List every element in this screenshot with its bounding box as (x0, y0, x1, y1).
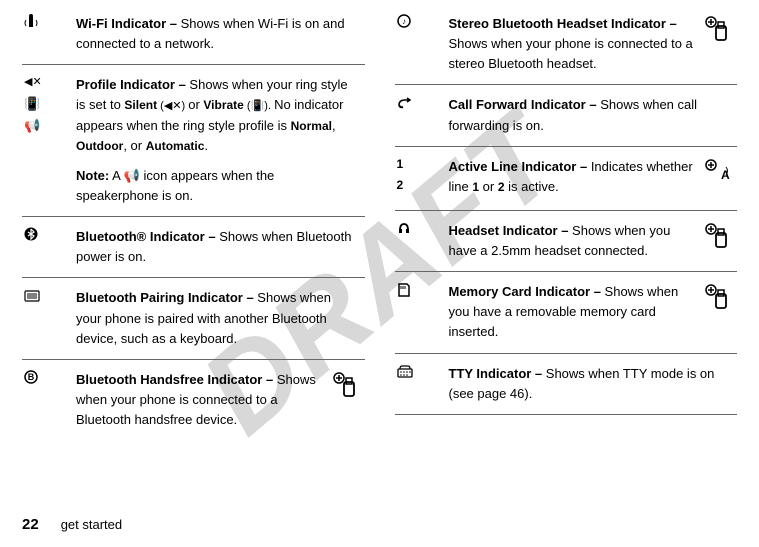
headset-icon (395, 221, 449, 261)
wifi-title: Wi-Fi Indicator – (76, 16, 177, 31)
row-memcard: Memory Card Indicator – Shows when you h… (395, 272, 738, 353)
tty-title: TTY Indicator – (449, 366, 543, 381)
svg-text:A: A (721, 168, 730, 182)
active-line-icon: 1 2 (395, 157, 449, 200)
row-bt-pair: Bluetooth Pairing Indicator – Shows when… (22, 278, 365, 359)
bt-pair-desc: Bluetooth Pairing Indicator – Shows when… (76, 288, 359, 348)
page-number: 22 (22, 516, 39, 533)
right-column: ♪ Stereo Bluetooth Headset Indicator – S… (395, 10, 738, 480)
call-fwd-icon (395, 95, 449, 135)
tty-icon (395, 364, 449, 404)
page-content: Wi-Fi Indicator – Shows when Wi-Fi is on… (0, 0, 759, 480)
row-active-line: 1 2 A Active Line Indicator – Indicates … (395, 147, 738, 211)
bt-pair-title: Bluetooth Pairing Indicator – (76, 290, 254, 305)
profile-note: Note: A 📢 icon appears when the speakerp… (76, 166, 359, 206)
row-bt-handsfree: B Bluetooth Handsfree Indicator – Shows … (22, 360, 365, 440)
bluetooth-desc: Bluetooth® Indicator – Shows when Blueto… (76, 227, 359, 267)
active-line-title: Active Line Indicator – (449, 159, 588, 174)
bt-handsfree-icon: B (22, 370, 76, 430)
accessory-badge-icon (331, 370, 359, 398)
bluetooth-title: Bluetooth® Indicator – (76, 229, 216, 244)
row-bluetooth: Bluetooth® Indicator – Shows when Blueto… (22, 217, 365, 278)
bt-pair-icon (22, 288, 76, 348)
page-footer: 22 get started (22, 516, 122, 533)
svg-text:♪: ♪ (402, 17, 406, 26)
headset-desc: Headset Indicator – Shows when you have … (449, 221, 732, 261)
accessory-badge-icon: A (703, 157, 731, 185)
memcard-title: Memory Card Indicator – (449, 284, 601, 299)
bluetooth-icon (22, 227, 76, 267)
bt-stereo-desc: Stereo Bluetooth Headset Indicator – Sho… (449, 14, 732, 74)
accessory-badge-icon (703, 221, 731, 249)
call-fwd-title: Call Forward Indicator – (449, 97, 597, 112)
call-fwd-desc: Call Forward Indicator – Shows when call… (449, 95, 732, 135)
tty-desc: TTY Indicator – Shows when TTY mode is o… (449, 364, 732, 404)
row-headset: Headset Indicator – Shows when you have … (395, 211, 738, 272)
headset-title: Headset Indicator – (449, 223, 569, 238)
section-title: get started (61, 517, 122, 532)
bt-stereo-icon: ♪ (395, 14, 449, 74)
row-profile: ◀✕ 📳 📢 Profile Indicator – Shows when yo… (22, 65, 365, 217)
row-tty: TTY Indicator – Shows when TTY mode is o… (395, 354, 738, 415)
memcard-desc: Memory Card Indicator – Shows when you h… (449, 282, 732, 342)
wifi-icon (22, 14, 76, 54)
bt-stereo-title: Stereo Bluetooth Headset Indicator – (449, 16, 677, 31)
wifi-desc: Wi-Fi Indicator – Shows when Wi-Fi is on… (76, 14, 359, 54)
row-call-fwd: Call Forward Indicator – Shows when call… (395, 85, 738, 146)
accessory-badge-icon (703, 282, 731, 310)
profile-icon: ◀✕ 📳 📢 (22, 75, 76, 206)
accessory-badge-icon (703, 14, 731, 42)
profile-desc: Profile Indicator – Shows when your ring… (76, 75, 359, 206)
profile-title: Profile Indicator – (76, 77, 186, 92)
left-column: Wi-Fi Indicator – Shows when Wi-Fi is on… (22, 10, 365, 480)
row-bt-stereo: ♪ Stereo Bluetooth Headset Indicator – S… (395, 10, 738, 85)
row-wifi: Wi-Fi Indicator – Shows when Wi-Fi is on… (22, 10, 365, 65)
memcard-icon (395, 282, 449, 342)
svg-text:B: B (28, 372, 35, 382)
active-line-desc: A Active Line Indicator – Indicates whet… (449, 157, 732, 200)
bt-handsfree-desc: Bluetooth Handsfree Indicator – Shows wh… (76, 370, 359, 430)
bt-handsfree-title: Bluetooth Handsfree Indicator – (76, 372, 273, 387)
